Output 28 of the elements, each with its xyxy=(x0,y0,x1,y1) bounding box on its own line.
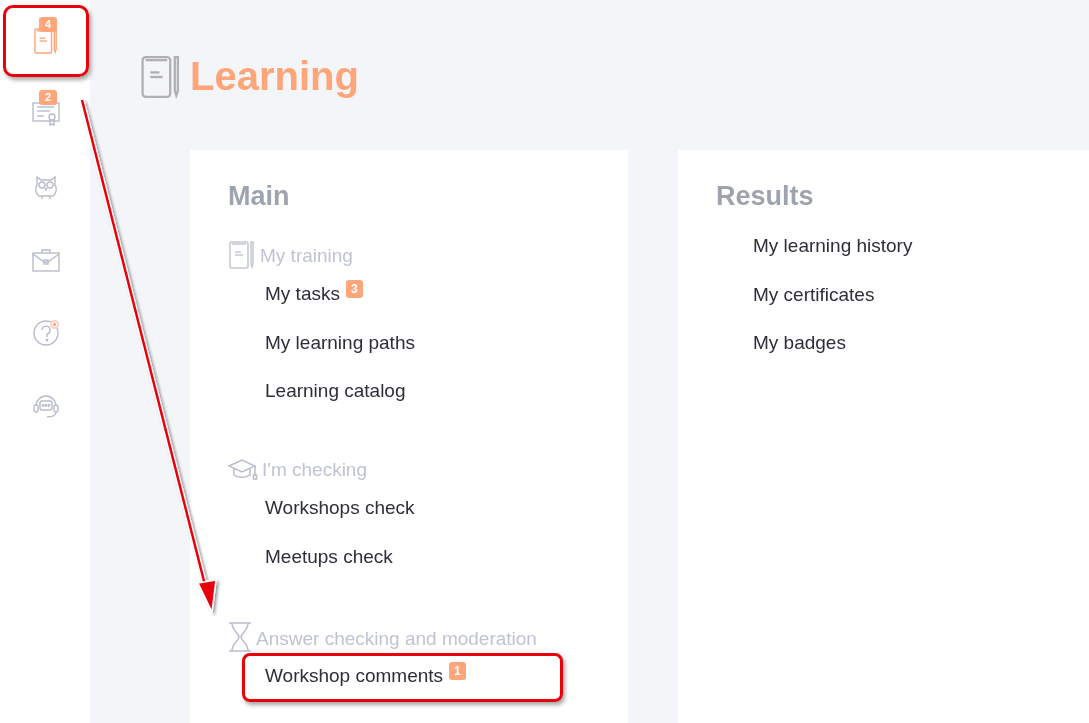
panel-title: Results xyxy=(716,180,815,213)
notification-badge: 2 xyxy=(39,90,58,105)
briefcase-icon xyxy=(32,248,60,272)
group-label: I'm checking xyxy=(262,457,367,482)
menu-link[interactable]: Workshop comments 1 xyxy=(242,653,563,702)
menu-link[interactable]: Meetups check xyxy=(265,532,393,582)
menu-link[interactable]: My learning paths xyxy=(265,318,415,368)
menu-link[interactable]: Learning catalog xyxy=(265,367,406,416)
book-icon xyxy=(140,54,182,100)
owl-icon xyxy=(32,173,60,201)
hourglass-icon xyxy=(228,621,252,654)
help-icon xyxy=(32,319,60,347)
menu-link[interactable]: My certificates xyxy=(753,270,875,320)
count-badge: 1 xyxy=(449,662,466,681)
menu-link[interactable]: My badges xyxy=(753,319,846,368)
certificate-icon xyxy=(32,102,60,126)
group-label: Answer checking and moderation xyxy=(256,626,537,651)
book-icon xyxy=(34,27,58,55)
group-label: My training xyxy=(260,243,353,268)
menu-link[interactable]: Workshops check xyxy=(265,484,415,533)
headset-icon xyxy=(32,392,60,420)
book-icon xyxy=(228,240,256,271)
notification-badge: 4 xyxy=(39,17,58,32)
count-badge: 3 xyxy=(345,280,363,299)
menu-link[interactable]: My tasks 3 xyxy=(265,270,363,319)
panel-title: Main xyxy=(228,180,291,213)
page-title: Learning xyxy=(190,53,359,100)
menu-link[interactable]: My learning history xyxy=(753,222,913,271)
